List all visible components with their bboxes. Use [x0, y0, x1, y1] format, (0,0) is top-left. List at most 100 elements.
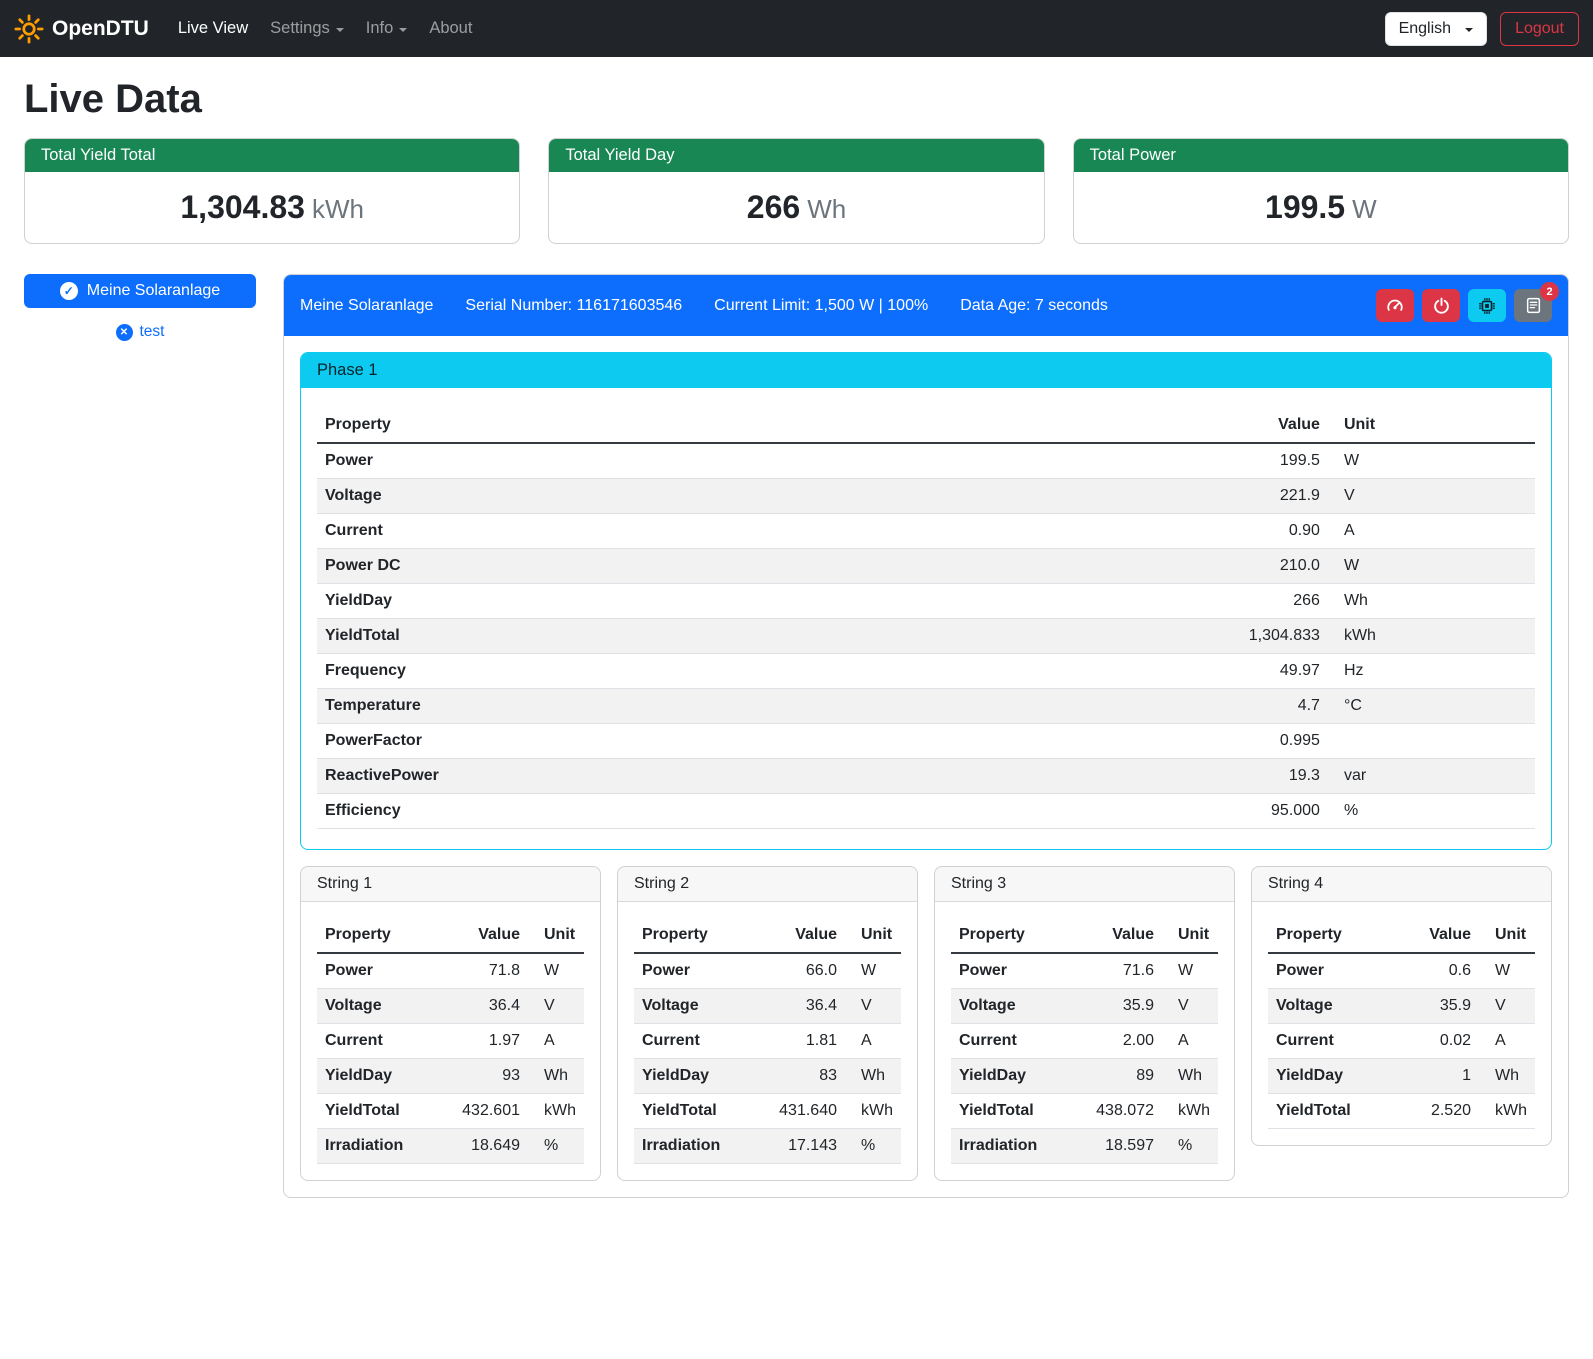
nav-item-live-view[interactable]: Live View [167, 11, 259, 46]
table-row: PowerFactor 0.995 [317, 724, 1535, 759]
table-row: YieldDay 1 Wh [1268, 1059, 1535, 1094]
sun-logo-icon [14, 14, 44, 44]
value-cell: 266 [1170, 584, 1328, 619]
phase-card-title: Phase 1 [301, 353, 1551, 388]
column-header-unit: Unit [1328, 408, 1535, 443]
gauge-icon [1386, 297, 1404, 315]
table-row: Efficiency 95.000 % [317, 794, 1535, 829]
inverter-select-button[interactable]: ✓ Meine Solaranlage [24, 274, 256, 308]
nav-item-info[interactable]: Info [355, 11, 419, 46]
unit-cell: W [528, 953, 584, 989]
limit-settings-button[interactable] [1376, 289, 1414, 322]
value-cell: 438.072 [1071, 1094, 1162, 1129]
table-row: Irradiation 18.649 % [317, 1129, 584, 1164]
value-cell: 210.0 [1170, 549, 1328, 584]
value-cell: 71.6 [1071, 953, 1162, 989]
unit-cell: % [1162, 1129, 1218, 1164]
brand-label: OpenDTU [52, 17, 149, 41]
value-cell: 18.649 [437, 1129, 528, 1164]
unit-cell: V [1162, 989, 1218, 1024]
string-card-3: String 3 Property Value Unit [934, 866, 1235, 1181]
property-cell: Current [317, 514, 1170, 549]
value-cell: 93 [437, 1059, 528, 1094]
value-cell: 89 [1071, 1059, 1162, 1094]
unit-cell: % [528, 1129, 584, 1164]
nav-item-about[interactable]: About [418, 11, 483, 46]
table-header-row: Property Value Unit [317, 918, 584, 953]
brand[interactable]: OpenDTU [14, 14, 149, 44]
power-control-button[interactable] [1422, 289, 1460, 322]
string-card-title: String 1 [301, 867, 600, 902]
property-cell: YieldDay [317, 1059, 437, 1094]
property-cell: Frequency [317, 654, 1170, 689]
table-row: YieldDay 83 Wh [634, 1059, 901, 1094]
unit-cell: A [845, 1024, 901, 1059]
inverter-item-test[interactable]: ✕ test [24, 323, 256, 341]
unit-cell: Wh [845, 1059, 901, 1094]
table-header-row: Property Value Unit [317, 408, 1535, 443]
string-table: Property Value Unit [634, 918, 901, 1164]
summary-card-title: Total Power [1074, 139, 1568, 172]
table-row: Power 71.8 W [317, 953, 584, 989]
event-log-button[interactable]: 2 [1514, 289, 1552, 322]
table-row: Voltage 221.9 V [317, 479, 1535, 514]
value-cell: 71.8 [437, 953, 528, 989]
value-cell: 1 [1388, 1059, 1479, 1094]
phase-card: Phase 1 Property Value Unit [300, 352, 1552, 850]
column-header-property: Property [317, 408, 1170, 443]
table-row: ReactivePower 19.3 var [317, 759, 1535, 794]
property-cell: Power [317, 443, 1170, 479]
value-cell: 199.5 [1170, 443, 1328, 479]
nav-item-label: Info [366, 19, 394, 38]
value-cell: 1.81 [754, 1024, 845, 1059]
check-circle-icon: ✓ [60, 282, 78, 300]
device-info-button[interactable] [1468, 289, 1506, 322]
inverter-limit: Current Limit: 1,500 W | 100% [714, 297, 928, 315]
value-cell: 4.7 [1170, 689, 1328, 724]
inverter-data-age: Data Age: 7 seconds [960, 297, 1108, 315]
summary-value: 266 [747, 189, 800, 225]
unit-cell: W [1162, 953, 1218, 989]
property-cell: ReactivePower [317, 759, 1170, 794]
property-cell: Irradiation [951, 1129, 1071, 1164]
property-cell: YieldDay [634, 1059, 754, 1094]
inverter-body: Phase 1 Property Value Unit [284, 336, 1568, 1197]
table-row: Power 0.6 W [1268, 953, 1535, 989]
nav-item-settings[interactable]: Settings [259, 11, 355, 46]
unit-cell: var [1328, 759, 1535, 794]
value-cell: 431.640 [754, 1094, 845, 1129]
property-cell: YieldTotal [317, 619, 1170, 654]
property-cell: Voltage [634, 989, 754, 1024]
nav-item-label: About [429, 19, 472, 38]
table-header-row: Property Value Unit [951, 918, 1218, 953]
table-row: Power 199.5 W [317, 443, 1535, 479]
table-row: Power DC 210.0 W [317, 549, 1535, 584]
inverter-actions: 2 [1376, 289, 1552, 322]
unit-cell: Wh [528, 1059, 584, 1094]
inverter-item-label: test [140, 323, 165, 341]
property-cell: Power [317, 953, 437, 989]
table-row: YieldTotal 431.640 kWh [634, 1094, 901, 1129]
property-cell: PowerFactor [317, 724, 1170, 759]
table-row: Temperature 4.7 °C [317, 689, 1535, 724]
table-row: Current 0.02 A [1268, 1024, 1535, 1059]
table-row: YieldTotal 2.520 kWh [1268, 1094, 1535, 1129]
table-row: Power 66.0 W [634, 953, 901, 989]
language-select[interactable]: English [1385, 12, 1487, 46]
table-row: Irradiation 17.143 % [634, 1129, 901, 1164]
nav-item-label: Settings [270, 19, 330, 38]
value-cell: 66.0 [754, 953, 845, 989]
property-cell: YieldTotal [634, 1094, 754, 1129]
property-cell: Current [634, 1024, 754, 1059]
summary-card: Total Power 199.5W [1073, 138, 1569, 244]
unit-cell: W [1479, 953, 1535, 989]
property-cell: Power DC [317, 549, 1170, 584]
unit-cell: A [1162, 1024, 1218, 1059]
logout-button[interactable]: Logout [1500, 12, 1579, 46]
table-row: YieldTotal 432.601 kWh [317, 1094, 584, 1129]
table-row: YieldTotal 1,304.833 kWh [317, 619, 1535, 654]
value-cell: 36.4 [437, 989, 528, 1024]
property-cell: Temperature [317, 689, 1170, 724]
property-cell: YieldTotal [317, 1094, 437, 1129]
property-cell: Irradiation [634, 1129, 754, 1164]
